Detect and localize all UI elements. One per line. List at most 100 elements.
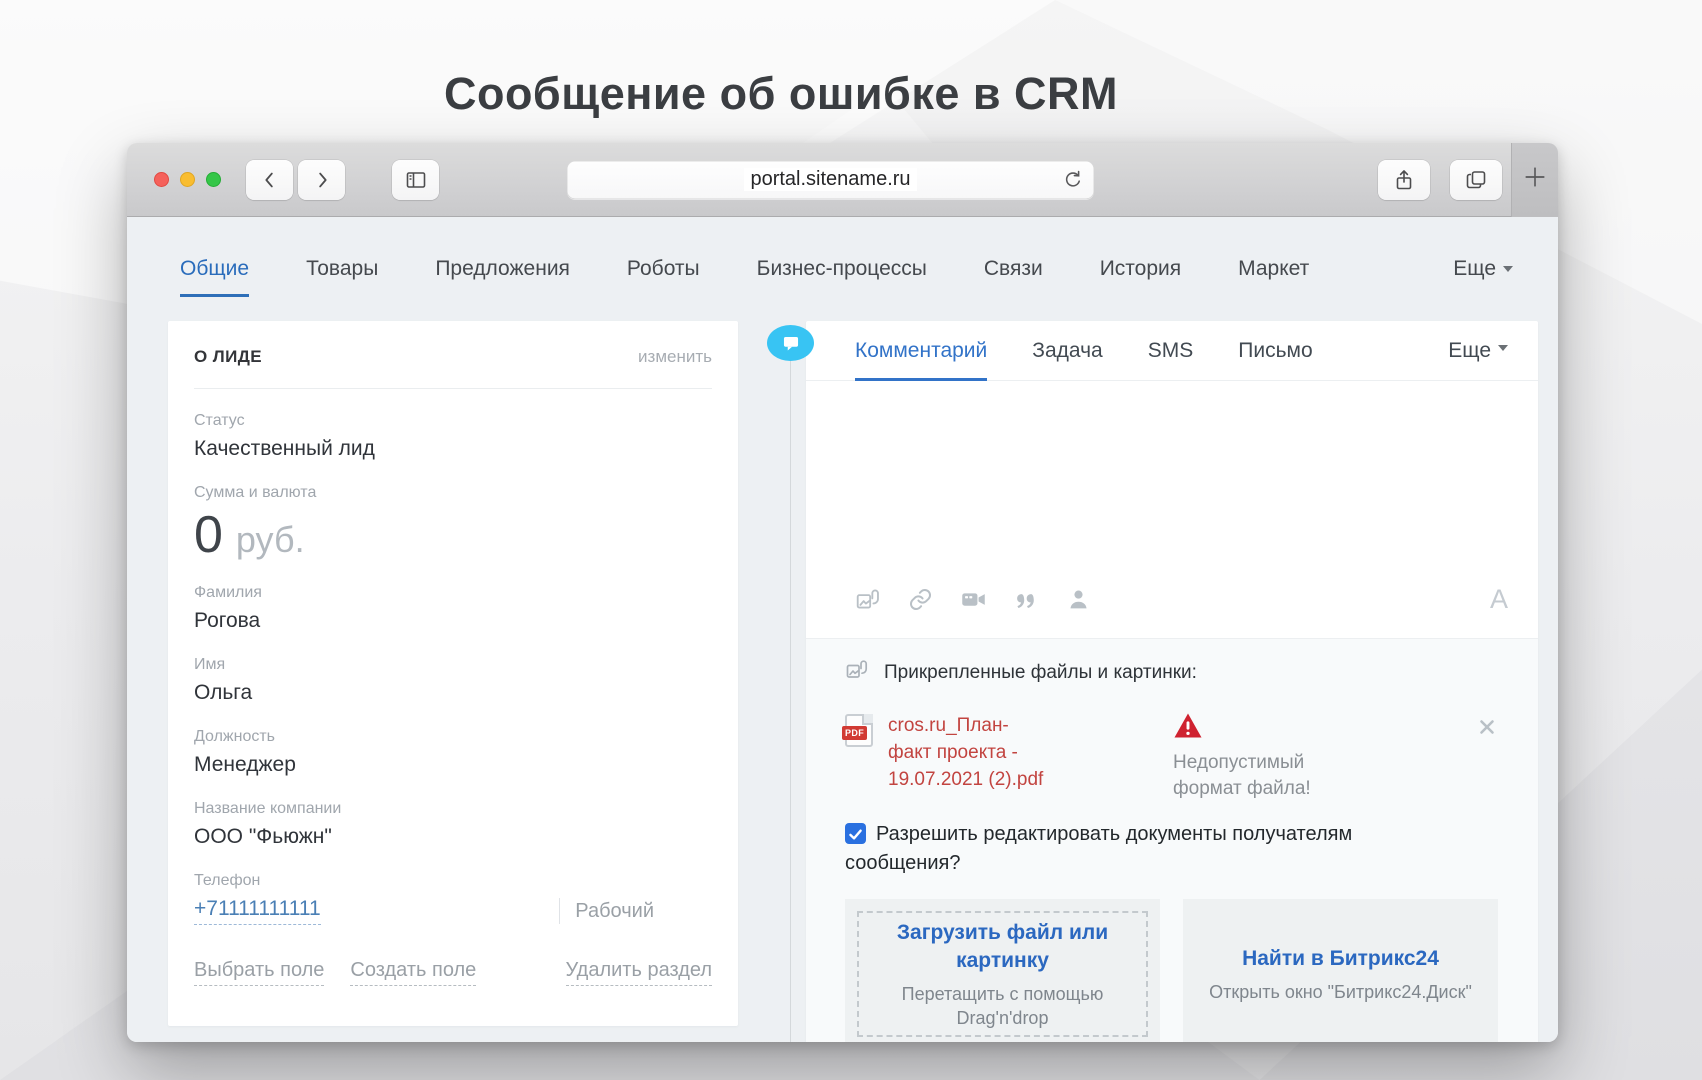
quote-icon[interactable] (1014, 587, 1039, 612)
tab-business-processes[interactable]: Бизнес-процессы (757, 257, 927, 297)
file-name-line: cros.ru_План- (888, 712, 1113, 739)
chevron-left-icon (259, 169, 281, 191)
tab-relations[interactable]: Связи (984, 257, 1043, 297)
tab-task[interactable]: Задача (1032, 321, 1102, 381)
find-in-bitrix-button[interactable]: Найти в Битрикс24 Открыть окно "Битрикс2… (1183, 899, 1498, 1042)
attached-file-row: PDF cros.ru_План- факт проекта - 19.07.2… (845, 712, 1498, 802)
back-button[interactable] (246, 160, 293, 200)
dropzone-dashed-area: Загрузить файл или картинку Перетащить с… (857, 911, 1148, 1037)
sidebar-toggle-button[interactable] (392, 160, 439, 200)
tab-comment[interactable]: Комментарий (855, 321, 987, 381)
find-title: Найти в Битрикс24 (1242, 945, 1439, 973)
tab-general[interactable]: Общие (180, 257, 249, 297)
tab-more-label: Еще (1453, 257, 1496, 281)
pdf-badge: PDF (842, 726, 867, 740)
attach-file-icon (845, 658, 869, 687)
file-name-line: 19.07.2021 (2).pdf (888, 766, 1113, 793)
amount-value: 0 (194, 509, 223, 561)
attachment-actions: Загрузить файл или картинку Перетащить с… (845, 899, 1498, 1042)
field-company: Название компании ООО "Фьюжн" (194, 800, 712, 849)
font-format-button[interactable]: A (1490, 584, 1508, 615)
file-name-line: факт проекта - (888, 739, 1113, 766)
upload-file-dropzone[interactable]: Загрузить файл или картинку Перетащить с… (845, 899, 1160, 1042)
allow-edit-row: Разрешить редактировать документы получа… (845, 820, 1445, 878)
chevron-down-icon (1503, 266, 1513, 272)
tab-letter[interactable]: Письмо (1238, 321, 1312, 381)
crm-page: Общие Товары Предложения Роботы Бизнес-п… (127, 217, 1558, 1042)
new-tab-button[interactable] (1511, 143, 1558, 217)
comment-bubble-icon (767, 325, 814, 361)
tabs-overview-icon (1464, 168, 1488, 192)
mention-person-icon[interactable] (1066, 587, 1091, 612)
attachments-section: Прикрепленные файлы и картинки: PDF cros… (806, 638, 1538, 1042)
field-status: Статус Качественный лид (194, 412, 712, 461)
allow-edit-checkbox[interactable] (845, 823, 866, 844)
edit-lead-link[interactable]: изменить (638, 347, 712, 367)
warning-icon (1173, 726, 1203, 743)
zoom-window-button[interactable] (206, 172, 221, 187)
attachments-header: Прикрепленные файлы и картинки: (845, 658, 1498, 687)
field-label: Статус (194, 412, 712, 430)
pdf-file-icon: PDF (845, 714, 873, 747)
lead-card-footer: Выбрать поле Создать поле Удалить раздел (194, 959, 712, 986)
forward-button[interactable] (298, 160, 345, 200)
timeline-panel: Комментарий Задача SMS Письмо Еще (806, 321, 1538, 1042)
sidebar-icon (404, 168, 428, 192)
tab-products[interactable]: Товары (306, 257, 378, 297)
field-label: Телефон (194, 872, 712, 890)
reload-button[interactable] (1061, 168, 1085, 197)
minimize-window-button[interactable] (180, 172, 195, 187)
phone-link[interactable]: +71111111111 (194, 897, 321, 925)
timeline-tabs: Комментарий Задача SMS Письмо Еще (806, 321, 1538, 381)
field-label: Сумма и валюта (194, 484, 712, 502)
lead-card-title: О ЛИДЕ (194, 347, 262, 367)
attachments-header-text: Прикрепленные файлы и картинки: (884, 662, 1197, 684)
delete-section-link[interactable]: Удалить раздел (566, 959, 712, 986)
field-value: Ольга (194, 681, 712, 705)
attached-file-link[interactable]: cros.ru_План- факт проекта - 19.07.2021 … (888, 712, 1113, 802)
field-label: Название компании (194, 800, 712, 818)
field-value: Рогова (194, 609, 712, 633)
tab-offers[interactable]: Предложения (435, 257, 570, 297)
remove-file-button[interactable] (1478, 718, 1496, 736)
crm-nav-tabs: Общие Товары Предложения Роботы Бизнес-п… (127, 217, 1558, 297)
create-field-link[interactable]: Создать поле (350, 959, 476, 986)
window-controls (154, 172, 221, 187)
select-field-link[interactable]: Выбрать поле (194, 959, 324, 986)
share-button[interactable] (1378, 160, 1430, 200)
tab-history[interactable]: История (1100, 257, 1181, 297)
error-line: Недопустимый (1173, 750, 1413, 776)
tab-market[interactable]: Маркет (1238, 257, 1309, 297)
attach-file-icon[interactable] (855, 587, 881, 613)
page-title: Сообщение об ошибке в CRM (0, 68, 1562, 120)
field-amount: Сумма и валюта 0 руб. (194, 484, 712, 561)
field-label: Имя (194, 656, 712, 674)
show-tabs-button[interactable] (1450, 160, 1502, 200)
field-value: ООО "Фьюжн" (194, 825, 712, 849)
field-position: Должность Менеджер (194, 728, 712, 777)
tab-more[interactable]: Еще (1453, 257, 1513, 297)
file-error-block: Недопустимый формат файла! (1173, 712, 1413, 802)
close-window-button[interactable] (154, 172, 169, 187)
address-bar[interactable]: portal.sitename.ru (567, 161, 1094, 199)
composer-toolbar: A (806, 561, 1538, 638)
tab-timeline-more[interactable]: Еще (1448, 321, 1508, 381)
tab-robots[interactable]: Роботы (627, 257, 700, 297)
chevron-down-icon (1498, 345, 1508, 351)
error-message: Недопустимый формат файла! (1173, 750, 1413, 802)
toolbar-right-group (1378, 143, 1558, 217)
browser-toolbar: portal.sitename.ru (127, 143, 1558, 217)
timeline-line (790, 343, 791, 1042)
upload-title: Загрузить файл или картинку (881, 919, 1124, 975)
share-icon (1392, 168, 1416, 192)
tab-sms[interactable]: SMS (1148, 321, 1194, 381)
field-value: Качественный лид (194, 437, 712, 461)
link-icon[interactable] (908, 587, 933, 612)
comment-input-area[interactable] (806, 381, 1538, 561)
field-label: Должность (194, 728, 712, 746)
upload-subtitle: Перетащить с помощью Drag'n'drop (881, 982, 1124, 1030)
find-subtitle: Открыть окно "Битрикс24.Диск" (1209, 980, 1472, 1004)
field-label: Фамилия (194, 584, 712, 602)
chevron-right-icon (311, 169, 333, 191)
video-icon[interactable] (960, 586, 987, 613)
